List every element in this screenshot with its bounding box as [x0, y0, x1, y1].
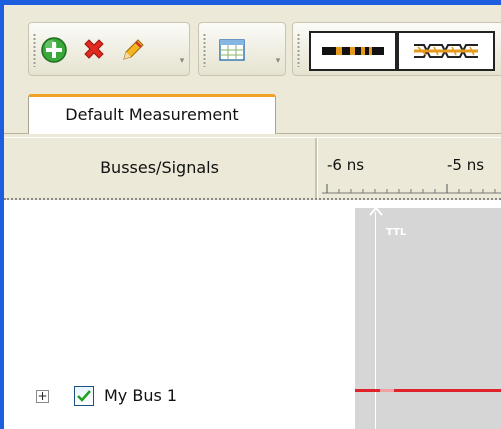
signal-header-row: Busses/Signals -6 ns -5 ns — [4, 138, 501, 200]
toolbar-overflow-chevron-icon[interactable]: ▾ — [177, 57, 187, 72]
busses-signals-column-header[interactable]: Busses/Signals — [4, 138, 315, 198]
bus-waveform-trace[interactable] — [355, 389, 501, 392]
edit-button[interactable] — [117, 35, 147, 65]
toolbar: ▾ ▾ — [4, 5, 501, 97]
column-splitter[interactable] — [315, 138, 318, 198]
time-cursor-line[interactable] — [375, 212, 376, 429]
table-icon — [219, 39, 245, 61]
timing-waveform-icon — [322, 47, 384, 55]
toolbar-group-edit: ▾ — [28, 22, 190, 76]
tab-default-measurement[interactable]: Default Measurement — [28, 94, 276, 134]
bus-name-label[interactable]: My Bus 1 — [104, 386, 177, 405]
toolbar-grip[interactable] — [297, 33, 300, 67]
time-tick-label: -6 ns — [327, 156, 365, 174]
eye-diagram-button[interactable] — [397, 31, 495, 71]
toolbar-group-waveform — [292, 22, 501, 76]
bus-visibility-checkbox[interactable] — [74, 386, 94, 406]
cursor-label: TTL — [386, 227, 407, 238]
toolbar-group-view: ▾ — [198, 22, 286, 76]
timing-waveform-button[interactable] — [309, 31, 397, 71]
signal-list-pane — [4, 200, 355, 429]
bus-waveform-highlight — [380, 389, 394, 392]
delete-icon — [84, 39, 104, 59]
add-button[interactable] — [39, 35, 69, 65]
waveform-pane[interactable] — [355, 208, 501, 429]
toolbar-grip[interactable] — [33, 33, 36, 67]
expand-toggle-icon[interactable]: + — [36, 390, 49, 403]
cursor-arrow-icon[interactable] — [369, 206, 383, 216]
time-tick-label: -5 ns — [447, 156, 485, 174]
time-ruler — [322, 184, 501, 194]
edit-pencil-icon — [123, 39, 144, 60]
toolbar-grip[interactable] — [203, 33, 206, 67]
add-icon — [41, 37, 67, 63]
eye-diagram-icon — [414, 44, 478, 58]
delete-button[interactable] — [79, 35, 109, 65]
toolbar-overflow-chevron-icon[interactable]: ▾ — [273, 57, 283, 72]
table-button[interactable] — [217, 35, 247, 65]
checkmark-icon — [77, 390, 91, 402]
